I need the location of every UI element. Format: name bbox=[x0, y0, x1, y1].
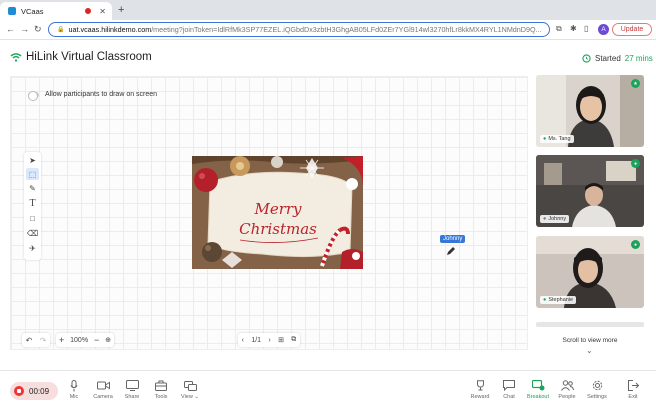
translate-icon[interactable]: ⧉ bbox=[556, 24, 562, 34]
drawing-toolbar: ➤ ⬚ ✎ T □ ⌫ ✈ bbox=[24, 152, 41, 260]
extensions-icon[interactable]: ✱ bbox=[570, 24, 577, 33]
update-button[interactable]: Update bbox=[612, 23, 652, 36]
participant-name-tag: ● Stephanie bbox=[540, 296, 577, 304]
prev-page-icon[interactable]: ‹ bbox=[242, 337, 244, 344]
app-header: HiLink Virtual Classroom Started 27 mins bbox=[0, 40, 656, 74]
url-path: /meeting?joinToken=IdlRfMk3SP77EZEL.iQGb… bbox=[151, 25, 542, 34]
close-tab-icon[interactable]: ✕ bbox=[99, 7, 106, 16]
shape-rectangle-icon[interactable]: □ bbox=[26, 212, 39, 224]
scroll-more-label[interactable]: Scroll to view more bbox=[536, 337, 644, 344]
record-timer: 00:09 bbox=[29, 386, 50, 396]
camera-button[interactable]: Camera bbox=[90, 379, 116, 400]
profile-avatar[interactable]: A bbox=[598, 24, 609, 35]
browser-tab-bar: VCaas ✕ + bbox=[0, 0, 656, 20]
remote-pencil-cursor-icon bbox=[447, 247, 455, 255]
gear-icon bbox=[592, 379, 603, 392]
zoom-level: 100% bbox=[70, 336, 89, 344]
participant-video-johnny[interactable]: ● ● Johnny bbox=[536, 155, 644, 227]
zoom-fit-icon[interactable]: ⊕ bbox=[105, 336, 111, 344]
browser-tab[interactable]: VCaas ✕ bbox=[0, 2, 112, 20]
lock-icon: 🔒 bbox=[57, 27, 65, 33]
mic-icon: ● bbox=[543, 216, 547, 222]
page-controls: ‹ 1/1 › ⊞ ⧉ bbox=[238, 333, 300, 347]
chat-button[interactable]: Chat bbox=[496, 379, 522, 400]
participant-video-ms-tang[interactable]: ★ ● Ms. Tang bbox=[536, 75, 644, 147]
view-button[interactable]: View ⌄ bbox=[177, 379, 203, 400]
zoom-controls: + 100% − ⊕ bbox=[56, 333, 114, 347]
app-title: HiLink Virtual Classroom bbox=[26, 51, 152, 63]
browser-tab-title: VCaas bbox=[21, 6, 44, 16]
vcaas-favicon-icon bbox=[8, 7, 16, 15]
redo-icon[interactable]: ↷ bbox=[40, 336, 47, 345]
exit-button[interactable]: Exit bbox=[620, 379, 646, 400]
reload-icon[interactable]: ↻ bbox=[34, 24, 42, 35]
card-text-merry: Merry bbox=[253, 200, 302, 218]
next-page-icon[interactable]: › bbox=[268, 337, 270, 344]
laser-pointer-icon[interactable]: ✈ bbox=[26, 242, 39, 254]
select-arrow-icon[interactable]: ➤ bbox=[26, 154, 39, 166]
settings-button[interactable]: Settings bbox=[584, 379, 610, 400]
pen-icon[interactable]: ✎ bbox=[26, 182, 39, 194]
page-indicator: 1/1 bbox=[251, 336, 262, 344]
tools-button[interactable]: Tools bbox=[148, 379, 174, 400]
started-label: Started bbox=[595, 54, 621, 63]
new-tab-icon[interactable]: + bbox=[118, 4, 124, 16]
back-icon[interactable]: ← bbox=[6, 24, 15, 34]
toolbox-icon bbox=[155, 379, 167, 392]
page-list-icon[interactable]: ⧉ bbox=[291, 336, 296, 344]
share-screen-icon bbox=[125, 379, 139, 392]
christmas-card-image: Merry Christmas bbox=[192, 156, 363, 269]
add-page-icon[interactable]: ⊞ bbox=[278, 336, 284, 344]
recording-indicator-icon bbox=[85, 8, 92, 14]
record-button[interactable]: 00:09 bbox=[10, 382, 58, 400]
allow-draw-label: Allow participants to draw on screen bbox=[45, 91, 158, 98]
started-minutes: 27 mins bbox=[624, 54, 653, 63]
forward-icon[interactable]: → bbox=[20, 24, 29, 34]
text-tool-icon[interactable]: T bbox=[26, 197, 39, 209]
participant-name-tag: ● Ms. Tang bbox=[540, 135, 574, 143]
browser-toolbar: ← → ↻ 🔒 uat.vcaas.hilinkdemo.com /meetin… bbox=[0, 20, 656, 40]
people-button[interactable]: People bbox=[554, 379, 580, 400]
reward-button[interactable]: Reward bbox=[467, 379, 493, 400]
trophy-icon bbox=[475, 379, 486, 392]
remote-cursor-label: Johnny bbox=[440, 235, 466, 243]
url-host: uat.vcaas.hilinkdemo.com bbox=[68, 25, 152, 34]
mic-on-icon: ● bbox=[543, 136, 547, 142]
view-layout-icon bbox=[183, 379, 197, 392]
box-select-icon[interactable]: ⬚ bbox=[26, 168, 39, 180]
allow-draw-toggle[interactable] bbox=[28, 90, 39, 101]
participant-name-tag: ● Johnny bbox=[540, 215, 570, 223]
address-bar[interactable]: 🔒 uat.vcaas.hilinkdemo.com /meeting?join… bbox=[48, 22, 550, 37]
mic-on-icon: ● bbox=[543, 297, 547, 303]
camera-icon bbox=[96, 379, 110, 392]
chat-bubble-icon bbox=[503, 379, 515, 392]
participant-video-stephanie[interactable]: ● ● Stephanie bbox=[536, 236, 644, 308]
participant-scrollbar[interactable] bbox=[536, 322, 644, 327]
connection-wifi-icon bbox=[10, 53, 22, 62]
share-button[interactable]: Share bbox=[119, 379, 145, 400]
host-star-icon: ★ bbox=[631, 79, 640, 88]
undo-icon[interactable]: ↶ bbox=[26, 336, 33, 345]
mic-button[interactable]: Mic bbox=[61, 379, 87, 400]
zoom-in-icon[interactable]: + bbox=[59, 335, 64, 345]
mic-icon bbox=[70, 379, 78, 392]
exit-door-icon bbox=[627, 379, 639, 392]
mic-status-icon: ● bbox=[631, 159, 640, 168]
side-panel-icon[interactable]: ▯ bbox=[584, 24, 588, 33]
allow-draw-setting: Allow participants to draw on screen bbox=[28, 90, 158, 101]
meeting-control-bar: 00:09 Mic Camera Share Tools View ⌄ Rewa… bbox=[0, 370, 656, 410]
clock-icon bbox=[582, 54, 591, 63]
stop-record-icon bbox=[14, 386, 24, 396]
card-text-christmas: Christmas bbox=[239, 220, 317, 238]
breakout-rooms-icon bbox=[531, 379, 545, 392]
eraser-icon[interactable]: ⌫ bbox=[26, 227, 39, 239]
people-icon bbox=[560, 379, 574, 392]
chevron-down-icon[interactable]: ⌄ bbox=[586, 346, 593, 355]
undo-redo-group: ↶ ↷ bbox=[22, 333, 50, 347]
zoom-out-icon[interactable]: − bbox=[94, 335, 99, 345]
session-timer: Started 27 mins bbox=[582, 54, 653, 63]
mic-status-icon: ● bbox=[631, 240, 640, 249]
breakout-button[interactable]: Breakout bbox=[525, 379, 551, 400]
